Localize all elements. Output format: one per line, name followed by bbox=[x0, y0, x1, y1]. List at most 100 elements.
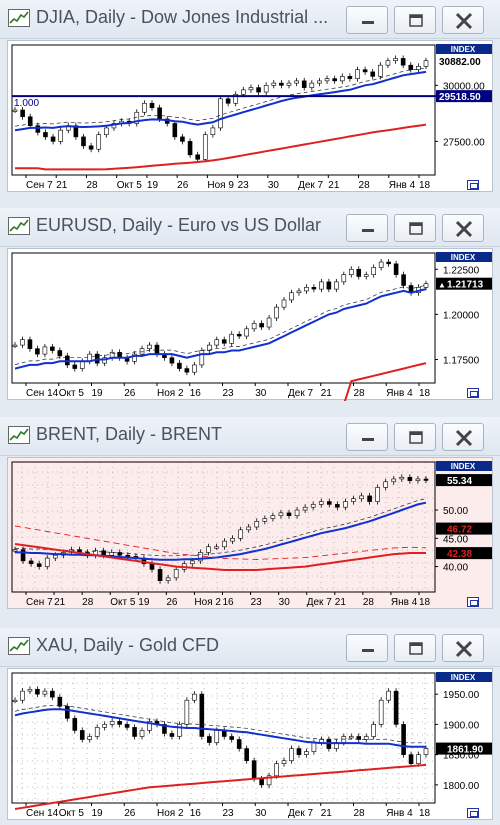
chart-area[interactable]: INDEX 1950.00 1900.00 1850.00 1800.00 1861.90… bbox=[7, 668, 493, 820]
candle-body bbox=[270, 515, 276, 519]
candle-body bbox=[289, 748, 294, 761]
index-label: INDEX bbox=[451, 253, 476, 262]
candle-body bbox=[94, 727, 100, 737]
maximize-button[interactable] bbox=[394, 634, 436, 662]
x-tick-label: 26 bbox=[166, 597, 178, 608]
title-bar[interactable]: XAU, Daily - Gold CFD bbox=[0, 628, 500, 667]
candle-body bbox=[87, 736, 93, 740]
y-tick-label: 27500.00 bbox=[443, 137, 485, 148]
candle-body bbox=[124, 724, 130, 728]
candle-body bbox=[206, 546, 211, 553]
minimize-icon bbox=[362, 229, 374, 232]
candle-body bbox=[371, 724, 376, 737]
x-tick-label: 21 bbox=[335, 597, 347, 608]
scroll-to-end-icon[interactable] bbox=[467, 808, 479, 818]
scroll-to-end-icon[interactable] bbox=[467, 388, 479, 398]
close-button[interactable] bbox=[442, 634, 484, 662]
candle-body bbox=[348, 736, 354, 739]
candle-body bbox=[383, 481, 389, 488]
candle-body bbox=[423, 748, 429, 755]
candle-body bbox=[311, 287, 317, 290]
maximize-button[interactable] bbox=[394, 423, 436, 451]
window-title: DJIA, Daily - Dow Jones Industrial ... bbox=[36, 7, 329, 27]
x-tick-label: 21 bbox=[321, 388, 333, 399]
x-tick-label: Янв 4 bbox=[386, 808, 413, 819]
candle-body bbox=[42, 690, 48, 695]
candle-body bbox=[326, 501, 332, 505]
candle-body bbox=[20, 549, 26, 562]
current-price: 55.34 bbox=[447, 476, 472, 487]
candle-body bbox=[371, 267, 376, 275]
window-title: EURUSD, Daily - Euro vs US Dollar bbox=[36, 215, 322, 235]
minimize-button[interactable] bbox=[346, 634, 388, 662]
candle-body bbox=[251, 760, 257, 780]
candle-body bbox=[407, 476, 413, 481]
title-bar[interactable]: DJIA, Daily - Dow Jones Industrial ... bbox=[0, 0, 500, 39]
x-tick-label: 28 bbox=[359, 180, 371, 191]
y-tick-label: 1950.00 bbox=[443, 690, 480, 701]
close-icon bbox=[455, 220, 473, 238]
candle-body bbox=[12, 109, 18, 112]
close-button[interactable] bbox=[442, 6, 484, 34]
candle-body bbox=[177, 724, 182, 737]
candle-body bbox=[408, 754, 414, 764]
candle-body bbox=[109, 552, 115, 556]
minimize-button[interactable] bbox=[346, 214, 388, 242]
candle-body bbox=[286, 82, 292, 86]
candle-body bbox=[286, 512, 292, 516]
candle-body bbox=[319, 281, 324, 290]
title-bar[interactable]: BRENT, Daily - BRENT bbox=[0, 417, 500, 456]
close-button[interactable] bbox=[442, 423, 484, 451]
chart-area[interactable]: INDEX 1.22500 1.20000 1.17500 1.21713 ▲ Сен 14… bbox=[7, 248, 493, 401]
candle-body bbox=[423, 60, 429, 67]
candle-body bbox=[375, 487, 380, 502]
candle-body bbox=[27, 689, 33, 692]
candle-body bbox=[378, 699, 384, 725]
candle-body bbox=[335, 504, 340, 508]
candle-body bbox=[199, 350, 205, 366]
candle-body bbox=[367, 495, 372, 502]
candle-body bbox=[50, 690, 55, 698]
minimize-icon bbox=[362, 438, 374, 441]
chart-window-djia: DJIA, Daily - Dow Jones Industrial ... 1.… bbox=[0, 0, 500, 195]
x-tick-label: Дек 7 bbox=[288, 808, 313, 819]
x-tick-label: Сен 14 bbox=[26, 388, 59, 399]
x-tick-label: Окт 5 bbox=[59, 808, 85, 819]
close-button[interactable] bbox=[442, 214, 484, 242]
candle-body bbox=[302, 506, 308, 511]
candle-body bbox=[263, 85, 269, 93]
candle-body bbox=[177, 362, 182, 369]
candle-body bbox=[12, 549, 18, 552]
x-tick-label: 28 bbox=[82, 597, 94, 608]
scroll-to-end-icon[interactable] bbox=[467, 597, 479, 607]
candle-body bbox=[271, 82, 277, 86]
x-tick-label: Янв 4 bbox=[391, 597, 418, 608]
x-tick-label: 16 bbox=[223, 597, 235, 608]
chart-area[interactable]: 1.000 29518.50 INDEX 30000.00 27500.00 30882.… bbox=[7, 40, 493, 192]
x-tick-label: 16 bbox=[190, 808, 202, 819]
candle-body bbox=[157, 569, 163, 581]
maximize-button[interactable] bbox=[394, 6, 436, 34]
candle-body bbox=[236, 333, 242, 337]
candle-body bbox=[391, 478, 397, 483]
minimize-button[interactable] bbox=[346, 423, 388, 451]
candle-body bbox=[88, 145, 94, 150]
candle-body bbox=[416, 754, 421, 764]
scroll-to-end-icon[interactable] bbox=[467, 180, 479, 190]
candle-body bbox=[222, 540, 227, 548]
candle-body bbox=[238, 529, 243, 539]
candle-body bbox=[139, 730, 145, 737]
candle-body bbox=[214, 339, 220, 346]
title-bar[interactable]: EURUSD, Daily - Euro vs US Dollar bbox=[0, 208, 500, 247]
chart-area[interactable]: INDEX 50.00 45.00 40.00 55.34 46.72 42.38 Сен 7… bbox=[7, 457, 493, 609]
maximize-button[interactable] bbox=[394, 214, 436, 242]
minimize-button[interactable] bbox=[346, 6, 388, 34]
x-tick-label: Дек 7 bbox=[288, 388, 313, 399]
horizontal-line-label: 1.000 bbox=[14, 98, 39, 109]
candle-body bbox=[57, 350, 63, 357]
candle-body bbox=[274, 306, 279, 319]
candle-body bbox=[180, 136, 185, 142]
ma-red-line bbox=[14, 763, 427, 810]
y-tick-label: 45.00 bbox=[443, 534, 468, 545]
candle-body bbox=[262, 518, 268, 522]
